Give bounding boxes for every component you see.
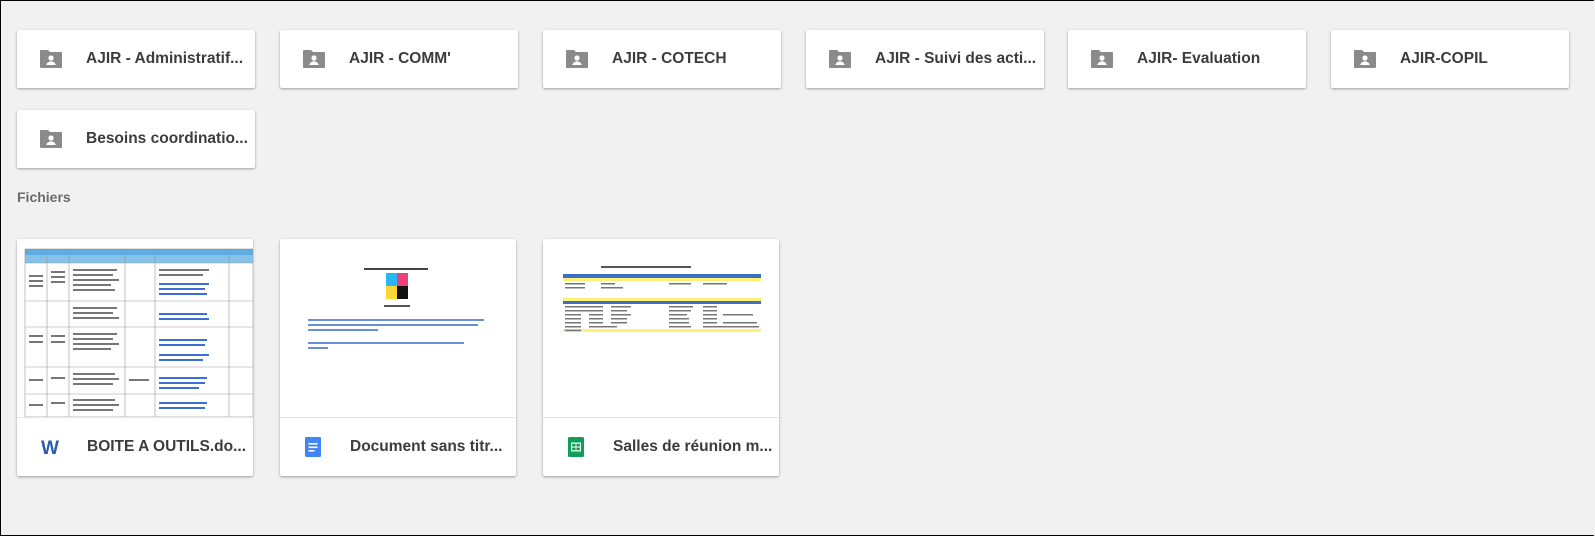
files-section-label: Fichiers (17, 189, 71, 205)
svg-text:W: W (41, 438, 59, 456)
file-boite-a-outils[interactable]: W BOITE A OUTILS.do... (17, 239, 253, 476)
file-thumbnail (543, 239, 779, 418)
folder-name: AJIR-COPIL (1400, 50, 1488, 67)
folder-name: AJIR - Administratif... (86, 50, 244, 67)
file-document-sans-titre[interactable]: Document sans titr... (280, 239, 516, 476)
shared-folder-icon (39, 129, 63, 149)
shared-folder-icon (565, 49, 589, 69)
folder-name: AJIR - COTECH (612, 50, 727, 67)
file-thumbnail (280, 239, 516, 418)
folder-ajir-administratif[interactable]: AJIR - Administratif... (17, 30, 255, 88)
shared-folder-icon (302, 49, 326, 69)
folder-ajir-suivi-des-actions[interactable]: AJIR - Suivi des acti... (806, 30, 1044, 88)
folder-name: AJIR- Evaluation (1137, 50, 1261, 67)
google-sheets-icon (567, 436, 585, 457)
folder-name: AJIR - COMM' (349, 50, 451, 67)
file-salles-de-reunion[interactable]: Salles de réunion m... (543, 239, 779, 476)
folder-name: AJIR - Suivi des acti... (875, 50, 1037, 67)
folder-ajir-copil[interactable]: AJIR-COPIL (1331, 30, 1569, 88)
shared-folder-icon (1090, 49, 1114, 69)
folder-ajir-comm[interactable]: AJIR - COMM' (280, 30, 518, 88)
folder-name: Besoins coordinatio... (86, 130, 248, 147)
file-thumbnail (17, 239, 253, 418)
folder-ajir-evaluation[interactable]: AJIR- Evaluation (1068, 30, 1306, 88)
file-name: Salles de réunion m... (613, 437, 773, 455)
shared-folder-icon (828, 49, 852, 69)
word-doc-icon: W (41, 437, 59, 457)
shared-folder-icon (1353, 49, 1377, 69)
google-docs-icon (304, 436, 322, 457)
file-name: Document sans titr... (350, 437, 503, 455)
folder-besoins-coordination[interactable]: Besoins coordinatio... (17, 110, 255, 168)
shared-folder-icon (39, 49, 63, 69)
file-name: BOITE A OUTILS.do... (87, 437, 247, 455)
folder-ajir-cotech[interactable]: AJIR - COTECH (543, 30, 781, 88)
